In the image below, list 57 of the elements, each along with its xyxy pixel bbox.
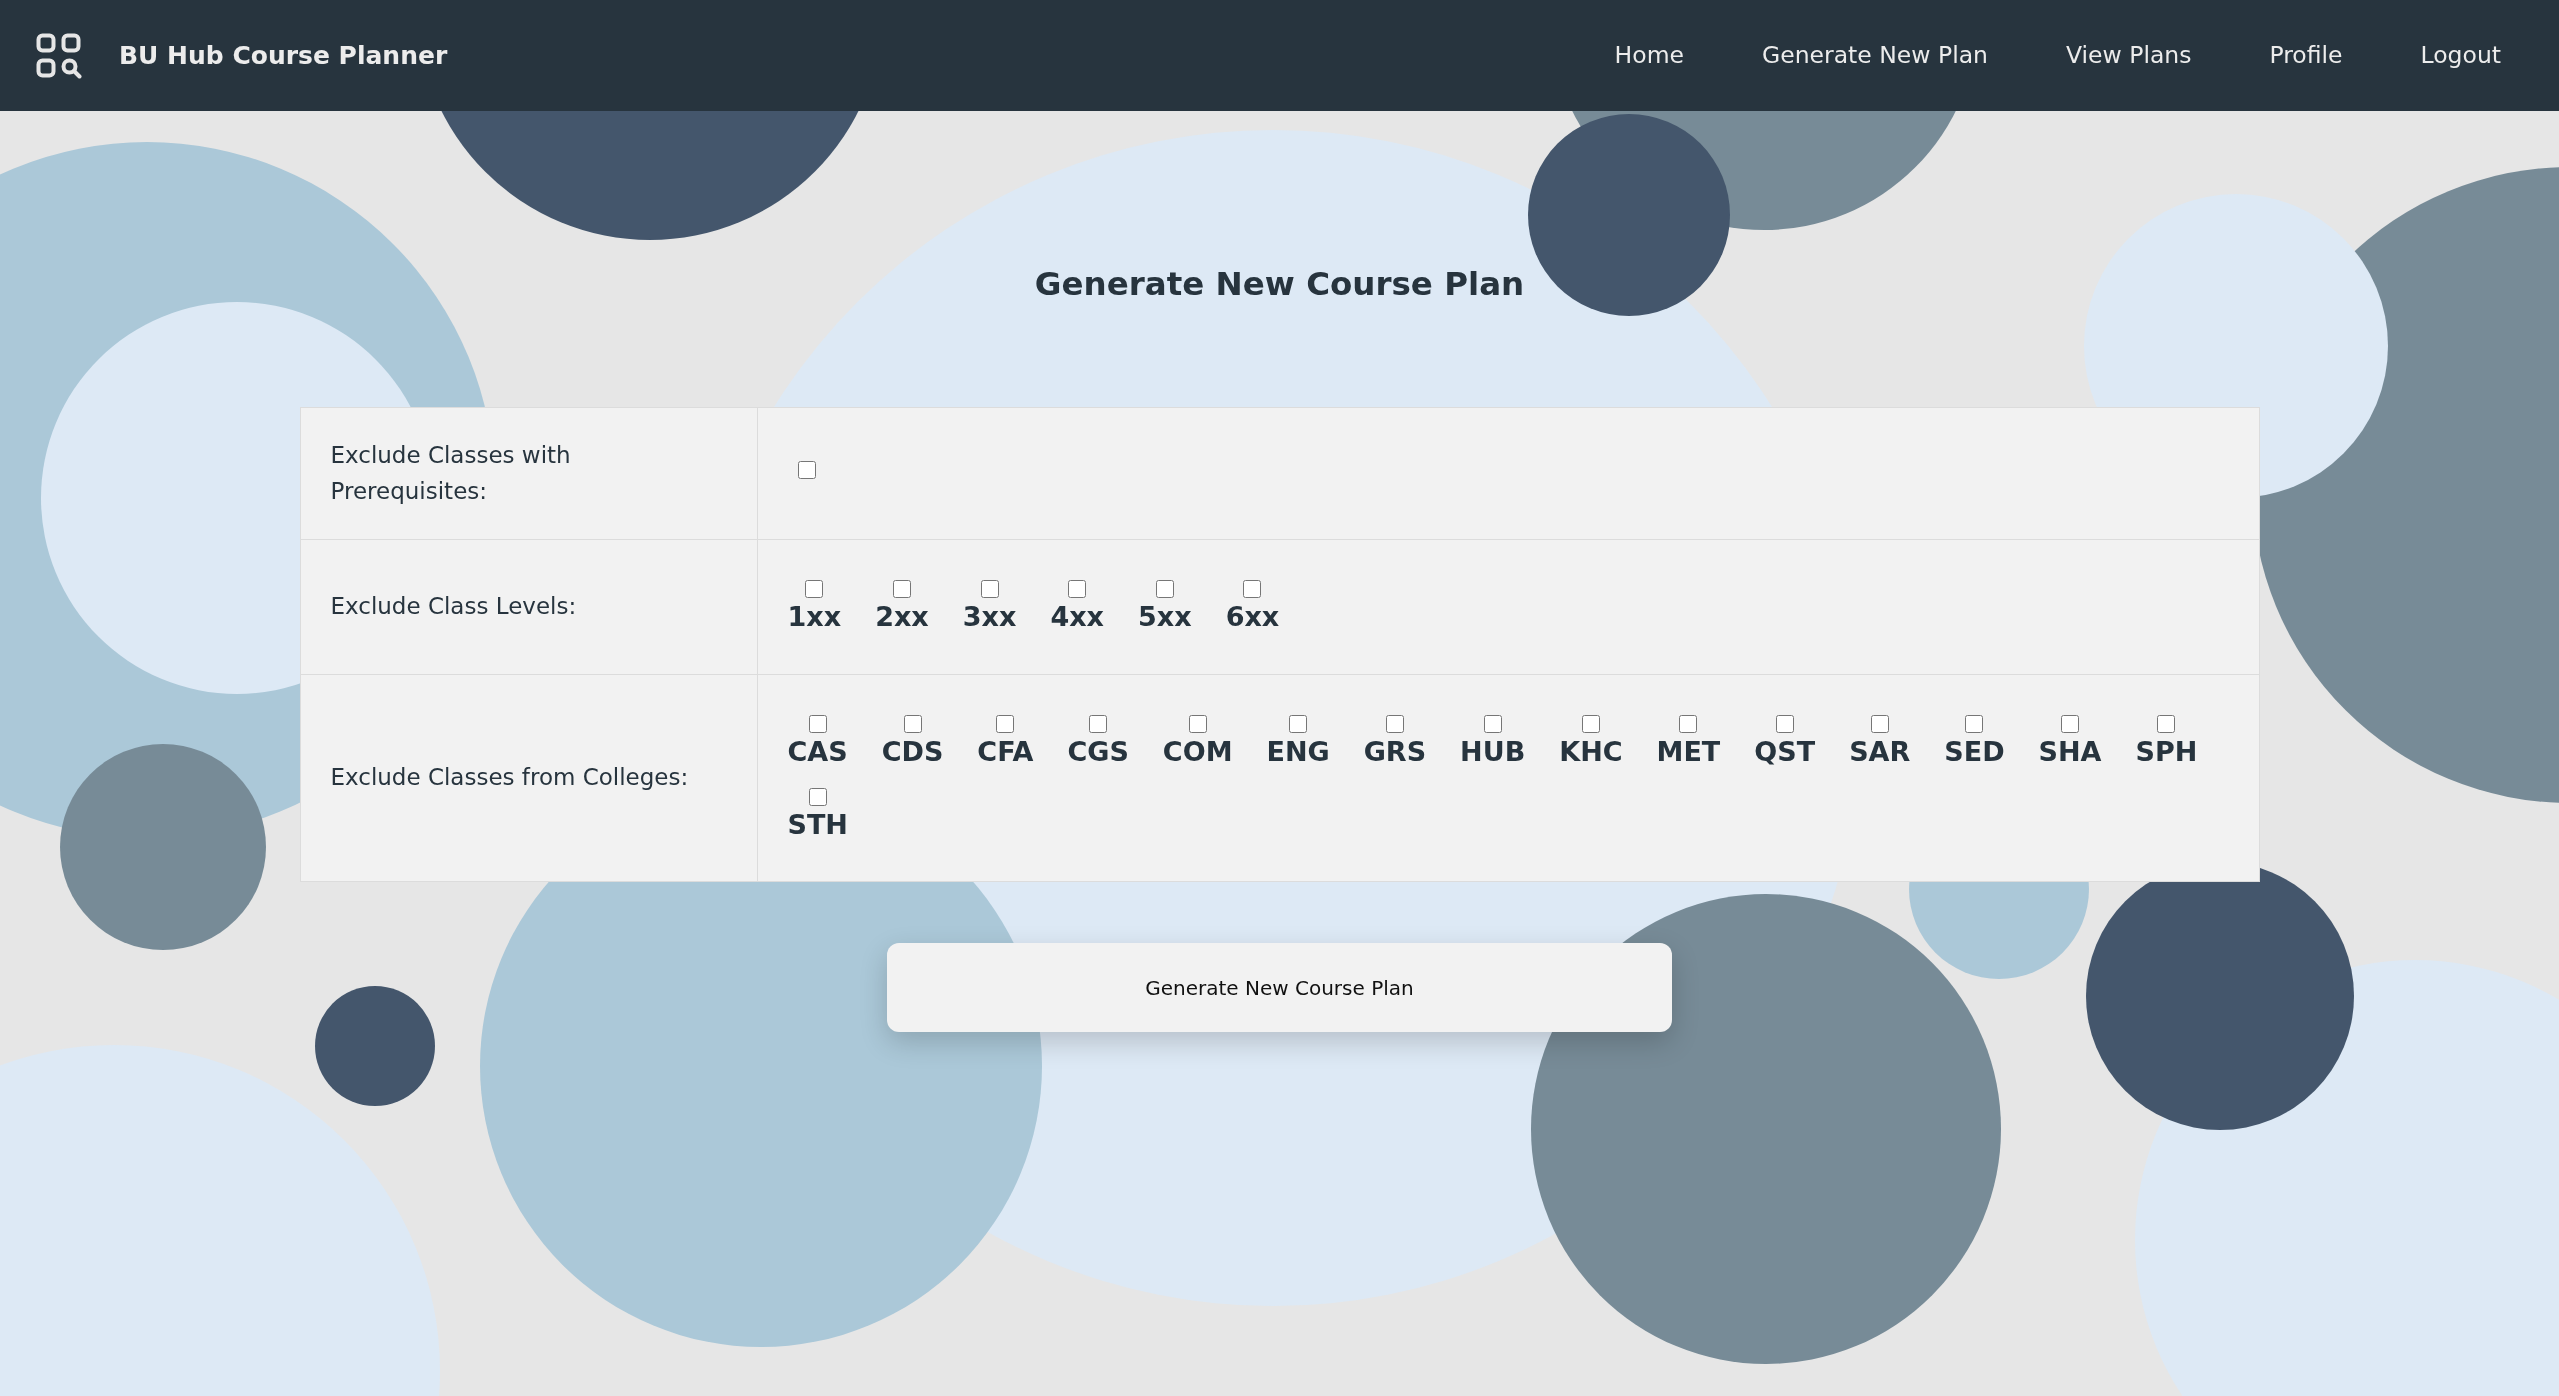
nav-link[interactable]: Profile — [2269, 37, 2343, 74]
option-label[interactable]: SED — [1944, 734, 2005, 769]
checkbox[interactable] — [808, 787, 827, 806]
checkbox[interactable] — [903, 714, 922, 733]
checkbox[interactable] — [797, 461, 816, 479]
app-title: BU Hub Course Planner — [119, 39, 448, 72]
option-label[interactable]: ENG — [1266, 734, 1330, 769]
option-label[interactable]: 3xx — [962, 600, 1017, 634]
checkbox[interactable] — [996, 714, 1015, 733]
option-label[interactable]: STH — [787, 807, 848, 842]
option-label[interactable]: CFA — [977, 734, 1034, 769]
checkbox[interactable] — [1965, 714, 1984, 733]
checkbox[interactable] — [1089, 714, 1108, 733]
checkbox[interactable] — [2061, 714, 2080, 733]
page-title: Generate New Course Plan — [1033, 264, 1526, 305]
checkbox[interactable] — [1068, 580, 1087, 599]
option-label[interactable]: 5xx — [1138, 600, 1192, 634]
nav-link[interactable]: Home — [1614, 37, 1684, 74]
checkbox[interactable] — [805, 580, 824, 599]
checkbox[interactable] — [1289, 714, 1308, 733]
checkbox[interactable] — [1243, 580, 1262, 599]
generate-plan-button[interactable]: Generate New Course Plan — [887, 943, 1672, 1033]
option-label[interactable]: HUB — [1460, 734, 1526, 769]
checkbox[interactable] — [1385, 714, 1404, 733]
option-label[interactable]: CDS — [881, 734, 944, 769]
checkbox[interactable] — [1188, 714, 1207, 733]
checkbox[interactable] — [1775, 714, 1794, 733]
nav-link[interactable]: Generate New Plan — [1762, 37, 1988, 74]
option-label[interactable]: KHC — [1559, 734, 1623, 769]
nav-link[interactable]: View Plans — [2065, 37, 2192, 74]
grid-search-icon[interactable] — [36, 32, 82, 79]
checkbox[interactable] — [892, 580, 911, 599]
nav-link[interactable]: Logout — [2420, 37, 2501, 74]
checkbox[interactable] — [980, 580, 999, 599]
option-label[interactable]: 1xx — [787, 600, 842, 634]
option-label[interactable]: SHA — [2038, 734, 2102, 769]
field-label: Exclude Classes from Colleges: — [330, 763, 689, 793]
option-label[interactable]: QST — [1754, 734, 1816, 769]
option-label[interactable]: GRS — [1363, 734, 1427, 769]
checkbox[interactable] — [2157, 714, 2176, 733]
checkbox[interactable] — [1870, 714, 1889, 733]
option-label[interactable]: SPH — [2135, 734, 2198, 769]
option-label[interactable]: CGS — [1067, 734, 1129, 769]
checkbox[interactable] — [808, 714, 827, 733]
option-label[interactable]: MET — [1656, 734, 1721, 769]
field-label: Exclude Class Levels: — [330, 592, 577, 622]
option-label[interactable]: 4xx — [1050, 600, 1104, 634]
option-label[interactable]: 6xx — [1225, 600, 1280, 634]
option-label[interactable]: COM — [1162, 734, 1233, 769]
checkbox[interactable] — [1155, 580, 1174, 599]
option-label[interactable]: 2xx — [875, 600, 929, 634]
field-label: Exclude Classes with Prerequisites: — [330, 440, 572, 506]
checkbox[interactable] — [1483, 714, 1502, 733]
option-label[interactable]: SAR — [1849, 734, 1911, 769]
checkbox[interactable] — [1581, 714, 1600, 733]
option-label[interactable]: CAS — [787, 734, 848, 769]
checkbox[interactable] — [1679, 714, 1698, 733]
